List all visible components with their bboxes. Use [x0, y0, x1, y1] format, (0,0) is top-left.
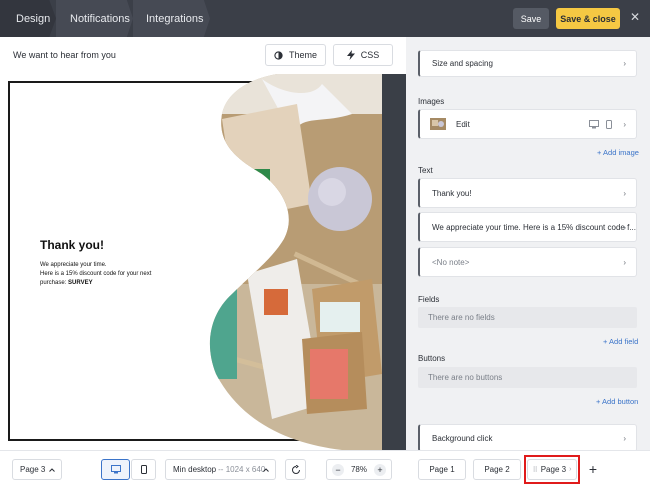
chevron-right-icon: ›: [623, 119, 626, 129]
tab-notifications[interactable]: Notifications: [56, 0, 133, 37]
chevron-up-icon: [49, 467, 55, 472]
editor-tabs: Design Notifications Integrations: [0, 0, 210, 37]
chevron-right-icon: ›: [623, 433, 626, 443]
css-label: CSS: [360, 50, 380, 60]
theme-icon: [274, 50, 283, 60]
discount-code: SURVEY: [68, 280, 93, 286]
save-close-button[interactable]: Save & close: [556, 8, 620, 29]
device-size-select[interactable]: Min desktop -- 1024 x 640: [165, 459, 276, 480]
zoom-control: − 78% +: [326, 459, 392, 480]
product-photo: [209, 74, 406, 450]
popup-body-prefix: purchase:: [40, 280, 69, 286]
device-mode-label: Min desktop: [173, 465, 217, 474]
add-image-link[interactable]: + Add image: [597, 148, 639, 157]
size-spacing-label: Size and spacing: [432, 59, 493, 68]
chevron-right-icon: ›: [623, 188, 626, 198]
text-label: Text: [418, 166, 433, 175]
popup-title: Thank you!: [40, 238, 105, 252]
desktop-icon: [110, 465, 121, 474]
images-label: Images: [418, 97, 445, 106]
desktop-view-button[interactable]: [101, 459, 130, 480]
canvas-heading: We want to hear from you: [13, 50, 116, 60]
save-button[interactable]: Save: [513, 8, 549, 29]
rotate-button[interactable]: [285, 459, 306, 480]
chevron-up-icon: [263, 467, 269, 472]
mobile-icon[interactable]: [606, 119, 612, 129]
chevron-right-icon: ›: [623, 257, 626, 267]
image-item[interactable]: Edit ›: [418, 109, 637, 139]
device-size-label: -- 1024 x 640: [218, 465, 266, 474]
mobile-view-button[interactable]: [131, 459, 156, 480]
popup-body-line1: We appreciate your time.: [40, 262, 107, 268]
popup-body: We appreciate your time. Here is a 15% d…: [40, 261, 190, 288]
add-button-link[interactable]: + Add button: [596, 397, 638, 406]
theme-button[interactable]: Theme: [265, 44, 326, 66]
text-item-3[interactable]: <No note> ›: [418, 247, 637, 277]
image-thumbnail: [430, 118, 446, 130]
buttons-empty: There are no buttons: [418, 367, 637, 388]
zoom-in-button[interactable]: +: [374, 463, 386, 476]
chevron-right-icon: ›: [623, 222, 626, 232]
page-tab-1[interactable]: Page 1: [418, 459, 466, 480]
page-tab-2-label: Page 2: [484, 465, 510, 474]
buttons-label: Buttons: [418, 354, 446, 363]
top-bar: Design Notifications Integrations Save S…: [0, 0, 650, 37]
background-click-item[interactable]: Background click ›: [418, 424, 637, 452]
chevron-right-icon: ›: [623, 59, 626, 68]
text-item-1[interactable]: Thank you! ›: [418, 178, 637, 208]
text-item-2-label: We appreciate your time. Here is a 15% d…: [432, 222, 636, 232]
page-select-value: Page 3: [20, 465, 46, 474]
css-button[interactable]: CSS: [333, 44, 393, 66]
page-select[interactable]: Page 3: [12, 459, 62, 480]
tab-notifications-label: Notifications: [70, 12, 130, 25]
theme-label: Theme: [288, 50, 317, 60]
zoom-out-button[interactable]: −: [332, 463, 344, 476]
mobile-icon: [140, 465, 147, 474]
popup-body-line2: Here is a 15% discount code for your nex…: [40, 271, 152, 277]
desktop-icon[interactable]: [589, 119, 599, 129]
tab-design-label: Design: [16, 12, 51, 25]
add-page-icon[interactable]: +: [585, 461, 601, 477]
tab-design[interactable]: Design: [0, 0, 56, 37]
lightning-icon: [346, 50, 355, 60]
tab-integrations-label: Integrations: [146, 12, 204, 25]
page-tab-1-label: Page 1: [429, 465, 455, 474]
background-click-label: Background click: [432, 433, 493, 443]
close-icon[interactable]: ✕: [628, 10, 642, 24]
text-item-1-label: Thank you!: [432, 188, 472, 198]
popup-body-line3: purchase: SURVEY: [40, 279, 190, 288]
size-spacing-item[interactable]: Size and spacing ›: [418, 50, 637, 77]
text-item-3-label: <No note>: [432, 257, 470, 267]
tab-integrations[interactable]: Integrations: [133, 0, 210, 37]
fields-empty: There are no fields: [418, 307, 637, 328]
image-edit-label: Edit: [456, 119, 470, 129]
add-field-link[interactable]: + Add field: [603, 337, 638, 346]
rotate-icon: [291, 464, 300, 474]
selection-highlight: [524, 455, 580, 484]
text-item-2[interactable]: We appreciate your time. Here is a 15% d…: [418, 212, 637, 242]
page-tab-2[interactable]: Page 2: [473, 459, 521, 480]
zoom-value: 78%: [350, 465, 367, 474]
fields-label: Fields: [418, 295, 440, 304]
